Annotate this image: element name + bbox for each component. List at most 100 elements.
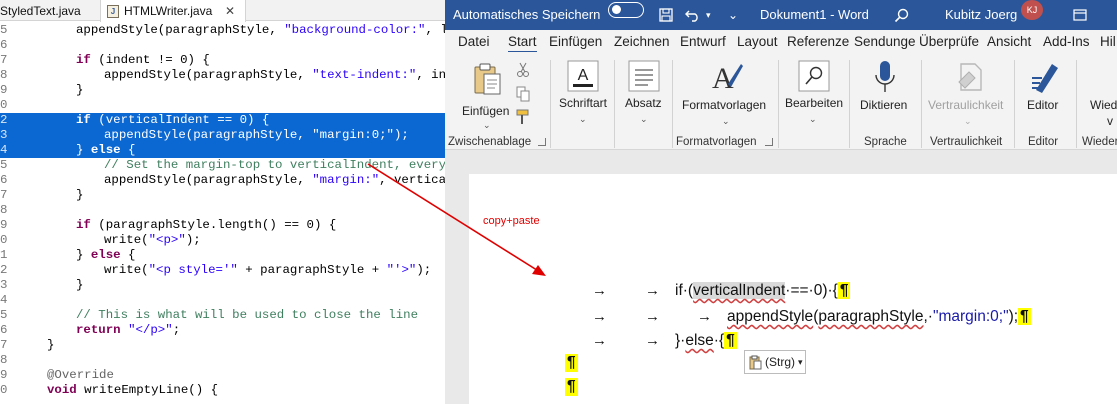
code-line[interactable]: 6 appendStyle(paragraphStyle, "margin:", …: [0, 173, 445, 188]
font-button[interactable]: A Schriftart ⌄: [557, 58, 609, 130]
code-line[interactable]: 5 // This is what will be used to close t…: [0, 308, 445, 323]
code-line[interactable]: 2 write("<p style='" + paragraphStyle + "…: [0, 263, 445, 278]
chevron-down-icon: ⌄: [483, 120, 491, 130]
tab-hilfe[interactable]: Hil: [1100, 32, 1116, 52]
code-line[interactable]: 9}: [0, 83, 445, 98]
format-painter-icon[interactable]: [516, 109, 530, 125]
code-line[interactable]: 3}: [0, 278, 445, 293]
chevron-down-icon: ⌄: [722, 116, 730, 126]
code-line[interactable]: 5 appendStyle(paragraphStyle, "background…: [0, 23, 445, 38]
code-line[interactable]: 9 @Override: [0, 368, 445, 383]
tab-htmlwriter-java[interactable]: J HTMLWriter.java ✕: [100, 0, 246, 22]
tab-label: StyledText.java: [0, 3, 81, 18]
tab-add-ins[interactable]: Add-Ins: [1043, 32, 1090, 52]
code-line[interactable]: 7 if (indent != 0) {: [0, 53, 445, 68]
code-line[interactable]: 7}: [0, 188, 445, 203]
code-line[interactable]: 6 return "</p>";: [0, 323, 445, 338]
chevron-down-icon: ⌄: [579, 114, 587, 124]
tab-sendungen[interactable]: Sendunge: [854, 32, 916, 52]
search-icon[interactable]: [894, 0, 909, 30]
ribbon-display-icon[interactable]: [1073, 0, 1087, 30]
line-number: 0: [0, 383, 8, 397]
editor-icon: [1032, 64, 1058, 93]
svg-text:A: A: [712, 62, 734, 94]
code-line[interactable]: 8 appendStyle(paragraphStyle, "text-inden…: [0, 68, 445, 83]
paste-options-button[interactable]: (Strg) ▾: [744, 350, 806, 374]
group-separator: [921, 60, 922, 148]
dialog-launcher-icon[interactable]: [765, 138, 773, 146]
tab-mark: →: [645, 282, 660, 299]
code-line[interactable]: 0 void writeEmptyLine() {: [0, 383, 445, 398]
code-line[interactable]: 1} else {: [0, 248, 445, 263]
line-number: 2: [0, 113, 8, 127]
styles-button[interactable]: A Formatvorlagen ⌄: [678, 60, 776, 132]
code-area[interactable]: 5 appendStyle(paragraphStyle, "background…: [0, 21, 445, 404]
paste-label: Einfügen: [462, 104, 510, 118]
customize-qat-icon[interactable]: ⌄: [728, 0, 738, 30]
svg-text:A: A: [578, 67, 589, 84]
font-label: Schriftart: [559, 96, 608, 110]
code-line[interactable]: 2 if (verticalIndent == 0) {: [0, 113, 445, 128]
undo-icon[interactable]: [685, 0, 701, 30]
line-number: 8: [0, 353, 8, 367]
group-label-vertraulichkeit: Vertraulichkeit: [930, 136, 1003, 148]
sensitivity-icon: [958, 63, 982, 91]
group-separator: [550, 60, 551, 148]
code-line[interactable]: 7}: [0, 338, 445, 353]
code-line[interactable]: 9 if (paragraphStyle.length() == 0) {: [0, 218, 445, 233]
paragraph-button[interactable]: Absatz ⌄: [621, 58, 667, 130]
editor-button[interactable]: Editor: [1020, 60, 1070, 132]
code-line[interactable]: 8: [0, 353, 445, 368]
font-color-icon: A: [567, 60, 599, 92]
tab-datei[interactable]: Datei: [458, 32, 490, 52]
cut-icon[interactable]: [516, 62, 530, 78]
code-text: }: [76, 83, 84, 97]
tab-start[interactable]: Start: [508, 32, 537, 54]
dictate-button[interactable]: Diktieren: [855, 60, 915, 132]
editor-label: Editor: [1027, 98, 1059, 112]
reuse-label: Wiede: [1090, 98, 1117, 112]
code-line[interactable]: 5 // Set the margin-top to verticalIndent…: [0, 158, 445, 173]
save-icon[interactable]: [659, 0, 673, 30]
tab-ansicht[interactable]: Ansicht: [987, 32, 1031, 52]
autosave-toggle[interactable]: [608, 2, 644, 18]
code-line[interactable]: 3 appendStyle(paragraphStyle, "margin:0;"…: [0, 128, 445, 143]
code-line[interactable]: 8: [0, 203, 445, 218]
editing-button[interactable]: Bearbeiten ⌄: [783, 58, 843, 130]
line-number: 5: [0, 23, 8, 37]
sensitivity-button[interactable]: Vertraulichkeit ⌄: [925, 60, 1011, 132]
doc-line-1: if·(verticalIndent·==·0)·{¶: [675, 282, 851, 299]
code-text: if (paragraphStyle.length() == 0) {: [76, 218, 337, 232]
code-text: }: [76, 278, 84, 292]
line-number: 1: [0, 248, 8, 262]
close-tab-icon[interactable]: ✕: [225, 4, 235, 18]
code-line[interactable]: 4} else {: [0, 143, 445, 158]
line-number: 5: [0, 308, 8, 322]
tab-ueberpruefen[interactable]: Überprüfe: [919, 32, 979, 52]
undo-dropdown-icon[interactable]: ▾: [706, 0, 711, 30]
code-line[interactable]: 4: [0, 293, 445, 308]
line-number: 7: [0, 53, 8, 67]
ribbon-tabs: Datei Start Einfügen Zeichnen Entwurf La…: [445, 30, 1117, 54]
tab-zeichnen[interactable]: Zeichnen: [614, 32, 670, 52]
code-line[interactable]: 6: [0, 38, 445, 53]
code-text: @Override: [47, 368, 114, 382]
copy-icon[interactable]: [516, 86, 530, 102]
paste-button[interactable]: Einfügen ⌄: [461, 60, 513, 132]
tab-referenzen[interactable]: Referenze: [787, 32, 849, 52]
tab-styledtext-java[interactable]: StyledText.java: [0, 0, 100, 21]
tab-entwurf[interactable]: Entwurf: [680, 32, 726, 52]
code-line[interactable]: 0: [0, 98, 445, 113]
code-line[interactable]: 0 write("<p>");: [0, 233, 445, 248]
tab-einfuegen[interactable]: Einfügen: [549, 32, 602, 52]
line-number: 0: [0, 98, 8, 112]
reuse-files-button[interactable]: Wiede v: [1081, 60, 1117, 132]
group-label-editor: Editor: [1028, 136, 1059, 148]
styles-icon: A: [712, 62, 743, 94]
user-name: Kubitz Joerg: [945, 7, 1018, 22]
avatar[interactable]: KJ: [1021, 0, 1043, 20]
autosave-label: Automatisches Speichern: [453, 7, 601, 22]
dialog-launcher-icon[interactable]: [538, 138, 546, 146]
tab-mark: →: [645, 332, 660, 349]
tab-layout[interactable]: Layout: [737, 32, 778, 52]
